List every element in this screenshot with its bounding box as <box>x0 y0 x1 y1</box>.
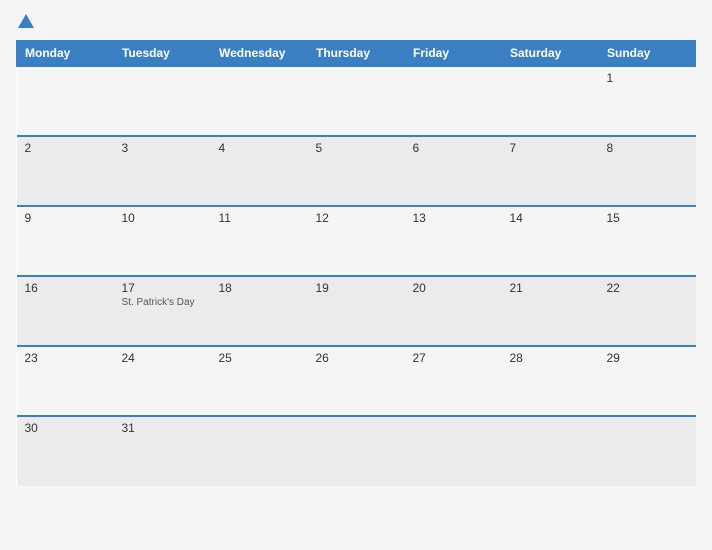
weekday-header: Saturday <box>502 41 599 67</box>
calendar-cell: 12 <box>308 206 405 276</box>
day-number: 1 <box>607 71 688 85</box>
calendar-cell <box>502 416 599 486</box>
calendar-cell: 19 <box>308 276 405 346</box>
day-number: 21 <box>510 281 591 295</box>
calendar-cell <box>405 66 502 136</box>
day-number: 13 <box>413 211 494 225</box>
calendar-cell: 2 <box>17 136 114 206</box>
calendar-cell: 13 <box>405 206 502 276</box>
calendar-header-row: MondayTuesdayWednesdayThursdayFridaySatu… <box>17 41 696 67</box>
calendar-cell: 20 <box>405 276 502 346</box>
calendar-header <box>16 16 696 28</box>
calendar-cell <box>599 416 696 486</box>
calendar-cell <box>502 66 599 136</box>
calendar-week-row: 2 3 4 5 6 7 8 <box>17 136 696 206</box>
day-number: 8 <box>607 141 688 155</box>
calendar-cell: 3 <box>114 136 211 206</box>
holiday-label: St. Patrick's Day <box>122 297 203 308</box>
weekday-header: Tuesday <box>114 41 211 67</box>
calendar-cell: 10 <box>114 206 211 276</box>
day-number: 2 <box>25 141 106 155</box>
calendar-cell <box>17 66 114 136</box>
calendar-cell: 6 <box>405 136 502 206</box>
logo-triangle-icon <box>18 14 34 28</box>
day-number: 10 <box>122 211 203 225</box>
day-number: 27 <box>413 351 494 365</box>
calendar-cell: 5 <box>308 136 405 206</box>
day-number: 5 <box>316 141 397 155</box>
calendar-cell: 24 <box>114 346 211 416</box>
day-number: 20 <box>413 281 494 295</box>
day-number: 7 <box>510 141 591 155</box>
calendar-cell: 1 <box>599 66 696 136</box>
calendar-week-row: 16 17 St. Patrick's Day 18 19 20 21 22 <box>17 276 696 346</box>
day-number: 22 <box>607 281 688 295</box>
weekday-header: Sunday <box>599 41 696 67</box>
calendar-cell: 4 <box>211 136 308 206</box>
calendar-cell: 26 <box>308 346 405 416</box>
calendar-cell: 16 <box>17 276 114 346</box>
calendar-week-row: 1 <box>17 66 696 136</box>
day-number: 31 <box>122 421 203 435</box>
calendar-cell <box>211 66 308 136</box>
calendar-week-row: 9 10 11 12 13 14 15 <box>17 206 696 276</box>
calendar-cell: 31 <box>114 416 211 486</box>
calendar-cell <box>211 416 308 486</box>
day-number: 6 <box>413 141 494 155</box>
calendar-cell <box>308 66 405 136</box>
weekday-header: Monday <box>17 41 114 67</box>
calendar-cell: 25 <box>211 346 308 416</box>
calendar-week-row: 23 24 25 26 27 28 29 <box>17 346 696 416</box>
logo <box>16 16 34 28</box>
calendar-cell <box>308 416 405 486</box>
day-number: 19 <box>316 281 397 295</box>
calendar-body: 1234567891011121314151617St. Patrick's D… <box>17 66 696 486</box>
weekday-header: Wednesday <box>211 41 308 67</box>
calendar-cell: 29 <box>599 346 696 416</box>
day-number: 28 <box>510 351 591 365</box>
day-number: 29 <box>607 351 688 365</box>
calendar-cell: 21 <box>502 276 599 346</box>
calendar-cell: 27 <box>405 346 502 416</box>
day-number: 16 <box>25 281 106 295</box>
day-number: 11 <box>219 211 300 225</box>
calendar-cell: 7 <box>502 136 599 206</box>
calendar-cell <box>114 66 211 136</box>
day-number: 12 <box>316 211 397 225</box>
calendar-cell <box>405 416 502 486</box>
calendar-page: MondayTuesdayWednesdayThursdayFridaySatu… <box>0 0 712 550</box>
calendar-cell: 28 <box>502 346 599 416</box>
day-number: 26 <box>316 351 397 365</box>
calendar-cell: 9 <box>17 206 114 276</box>
calendar-cell: 30 <box>17 416 114 486</box>
day-number: 15 <box>607 211 688 225</box>
day-number: 24 <box>122 351 203 365</box>
calendar-table: MondayTuesdayWednesdayThursdayFridaySatu… <box>16 40 696 486</box>
day-number: 30 <box>25 421 106 435</box>
calendar-cell: 15 <box>599 206 696 276</box>
calendar-cell: 8 <box>599 136 696 206</box>
weekday-header: Friday <box>405 41 502 67</box>
day-number: 9 <box>25 211 106 225</box>
calendar-cell: 23 <box>17 346 114 416</box>
calendar-cell: 11 <box>211 206 308 276</box>
calendar-cell: 22 <box>599 276 696 346</box>
calendar-cell: 18 <box>211 276 308 346</box>
day-number: 3 <box>122 141 203 155</box>
calendar-cell: 14 <box>502 206 599 276</box>
day-number: 18 <box>219 281 300 295</box>
day-number: 25 <box>219 351 300 365</box>
day-number: 23 <box>25 351 106 365</box>
calendar-week-row: 30 31 <box>17 416 696 486</box>
day-number: 4 <box>219 141 300 155</box>
weekday-header: Thursday <box>308 41 405 67</box>
day-number: 17 <box>122 281 203 295</box>
calendar-cell: 17 St. Patrick's Day <box>114 276 211 346</box>
day-number: 14 <box>510 211 591 225</box>
